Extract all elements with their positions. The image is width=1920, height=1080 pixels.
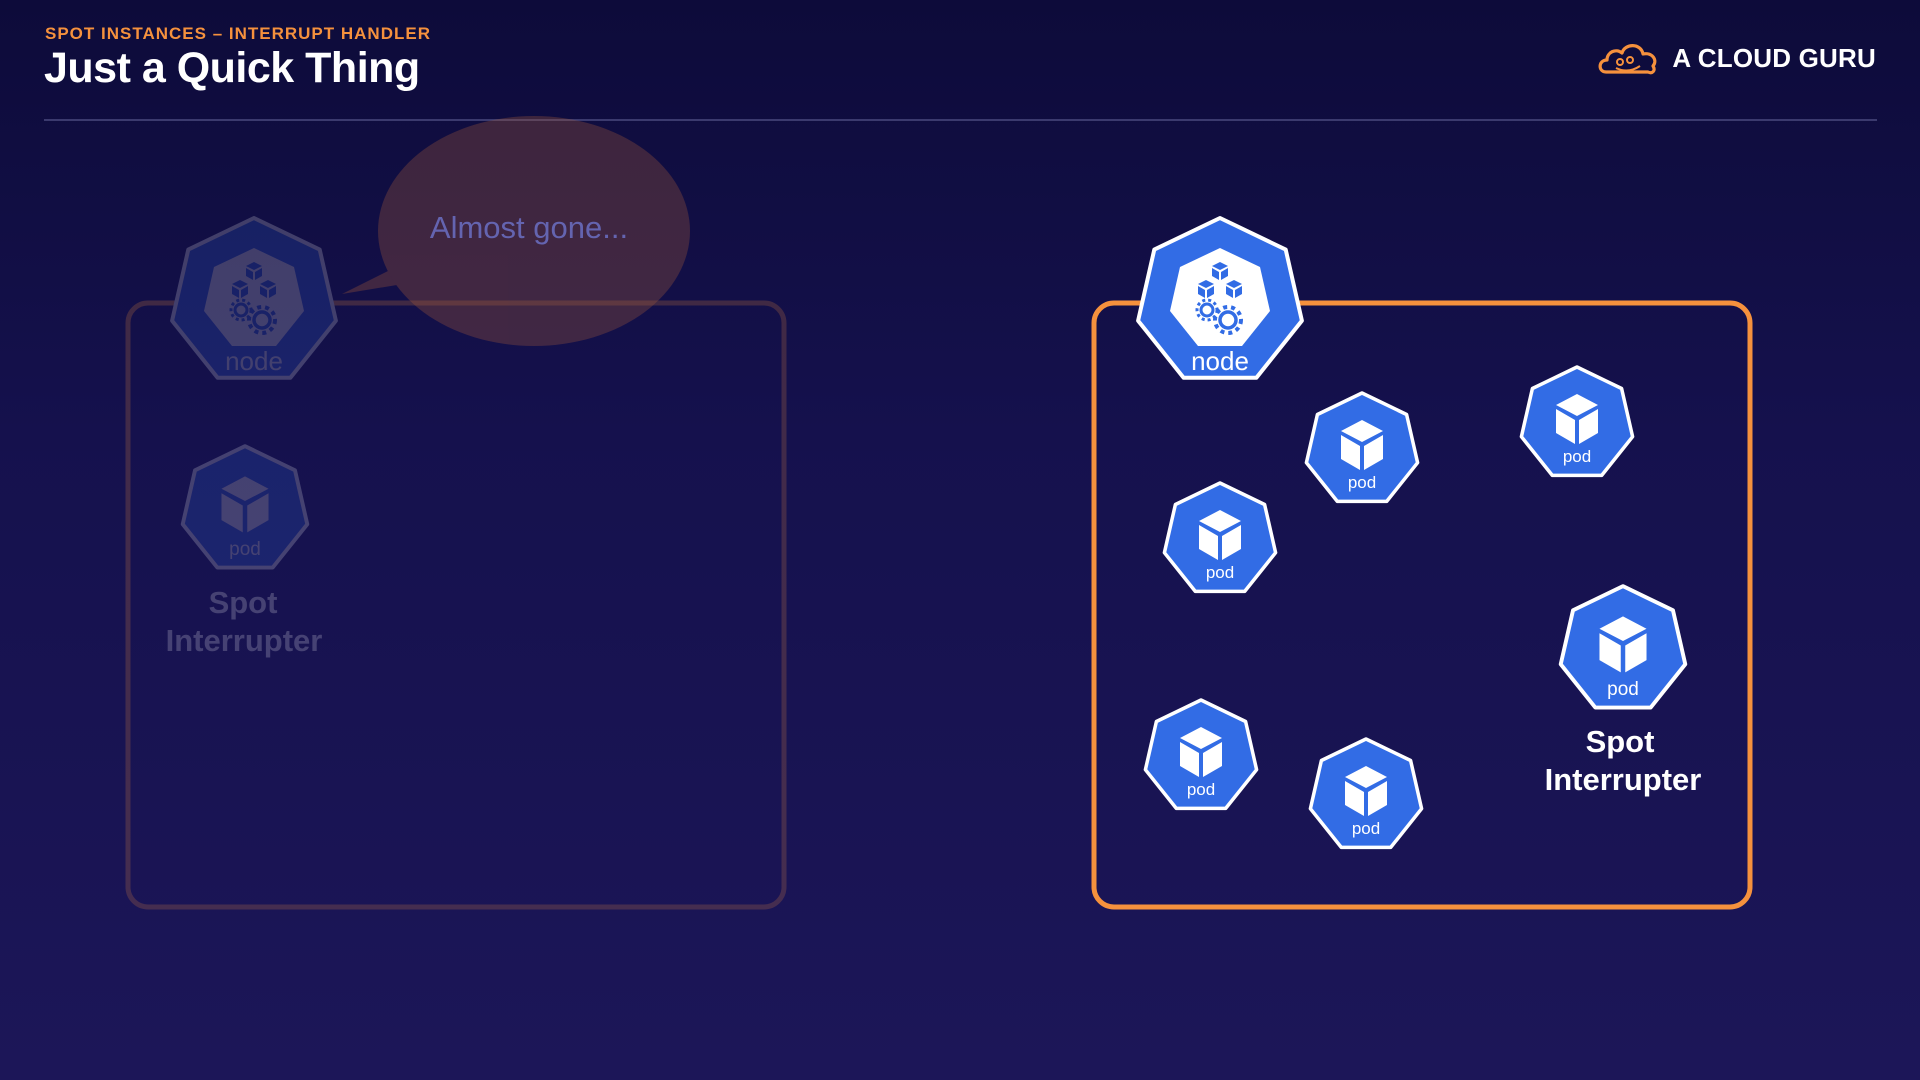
pod-label: pod (1206, 563, 1234, 582)
pod-label: pod (1563, 447, 1591, 466)
right-node-label: node (1191, 346, 1249, 376)
left-interrupter-label-line2: Interrupter (166, 623, 323, 658)
right-interrupter-label-line1: Spot (1586, 724, 1655, 759)
pod-1: pod (1304, 391, 1420, 504)
pod-5: pod (1308, 737, 1424, 850)
pod-2: pod (1519, 365, 1635, 478)
speech-bubble-text: Almost gone... (430, 210, 628, 245)
right-interrupter-label-line2: Interrupter (1545, 762, 1702, 797)
pod-3: pod (1162, 481, 1278, 594)
spot-interrupter-pod: pod (1558, 584, 1688, 710)
pod-label: pod (1187, 780, 1215, 799)
pod-label: pod (1607, 679, 1639, 700)
pod-4: pod (1143, 698, 1259, 811)
left-interrupter-label-line1: Spot (209, 585, 278, 620)
right-cluster: node pod pod pod pod pod pod Spot Interr… (1091, 216, 1753, 910)
left-node-label: node (225, 346, 283, 376)
pod-label: pod (1348, 473, 1376, 492)
pod-label: pod (1352, 819, 1380, 838)
diagram-canvas: node pod Spot Interrupter Almost gone...… (125, 116, 1753, 910)
right-node: node (1136, 216, 1304, 380)
left-interrupter-pod: pod (180, 444, 310, 570)
left-node: node (170, 216, 338, 380)
left-pod-label: pod (229, 539, 261, 560)
